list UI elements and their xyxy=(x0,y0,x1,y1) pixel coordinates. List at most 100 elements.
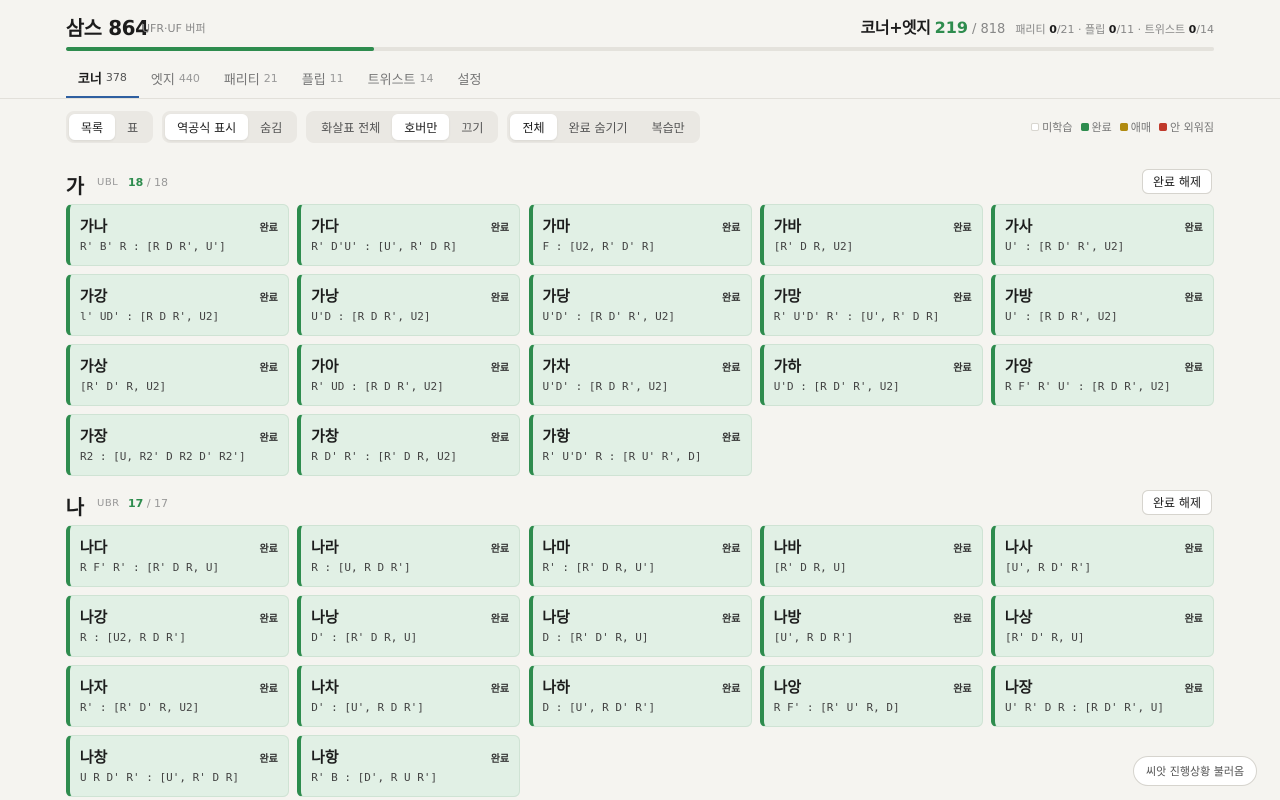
case-algorithm: F : [U2, R' D' R] xyxy=(542,240,656,253)
case-name: 나자 xyxy=(80,678,108,696)
unlearned-dot-icon xyxy=(1031,123,1040,131)
summary-total: / 818 xyxy=(971,22,1006,37)
case-algorithm: R F' : [R' U' R, D] xyxy=(773,701,900,714)
case-name: 가마 xyxy=(542,217,571,235)
case-name: 가강 xyxy=(80,287,108,305)
tab-edge[interactable]: 엣지 440 xyxy=(139,58,212,98)
case-name: 나앙 xyxy=(773,678,802,696)
arrows-off-button[interactable]: 끄기 xyxy=(449,114,495,140)
case-card[interactable]: 나라 완료 R : [U, R D R'] xyxy=(297,525,521,587)
case-card[interactable]: 가낭 완료 U'D : [R D R', U2] xyxy=(297,274,521,336)
case-card[interactable]: 나하 완료 D : [U', R D' R'] xyxy=(528,665,752,727)
unmark-done-button[interactable]: 완료 해제 xyxy=(1142,490,1212,515)
case-status: 완료 xyxy=(490,363,510,374)
case-algorithm: D : [U', R D' R'] xyxy=(542,701,656,714)
case-card[interactable]: 나장 완료 U' R' D R : [R D' R', U] xyxy=(991,665,1214,727)
case-name: 나당 xyxy=(542,608,571,626)
case-grid: 나다 완료 R F' R' : [R' D R, U] 나라 완료 R : [U, R D… xyxy=(66,525,1214,797)
case-status: 완료 xyxy=(259,223,278,234)
hide-done-button[interactable]: 완료 숨기기 xyxy=(557,114,640,140)
case-algorithm: [U', R D' R'] xyxy=(1005,561,1092,574)
table-view-button[interactable]: 표 xyxy=(115,114,150,140)
case-card[interactable]: 나사 완료 [U', R D' R'] xyxy=(991,525,1214,587)
case-status: 완료 xyxy=(490,433,510,444)
case-name: 가방 xyxy=(1005,287,1033,305)
case-algorithm: R' B : [D', R U R'] xyxy=(311,771,438,784)
case-status: 완료 xyxy=(953,363,972,374)
case-name: 가아 xyxy=(311,357,339,375)
case-algorithm: U R D' R' : [U', R' D R] xyxy=(80,771,239,784)
case-card[interactable]: 가차 완료 U'D' : [R D R', U2] xyxy=(528,344,752,406)
case-status: 완료 xyxy=(259,293,278,304)
summary-count: 219 xyxy=(934,18,968,37)
case-status: 완료 xyxy=(490,754,510,765)
case-card[interactable]: 가상 완료 [R' D' R, U2] xyxy=(66,344,289,406)
case-name: 가바 xyxy=(773,217,802,235)
stat-label: 패리티 xyxy=(1015,23,1046,36)
case-card[interactable]: 나마 완료 R' : [R' D R, U'] xyxy=(528,525,752,587)
case-card[interactable]: 가하 완료 U'D : [R D' R', U2] xyxy=(759,344,983,406)
case-status: 완료 xyxy=(259,614,278,625)
case-card[interactable]: 나항 완료 R' B : [D', R U R'] xyxy=(297,735,521,797)
case-algorithm: U'D : [R D R', U2] xyxy=(311,310,431,323)
case-card[interactable]: 가아 완료 R' UD : [R D R', U2] xyxy=(297,344,521,406)
case-status: 완료 xyxy=(1184,293,1203,304)
tab-flip[interactable]: 플립 11 xyxy=(290,58,356,98)
case-card[interactable]: 나자 완료 R' : [R' D' R, U2] xyxy=(66,665,289,727)
case-card[interactable]: 가장 완료 R2 : [U, R2' D R2 D' R2'] xyxy=(66,414,289,476)
tab-twist[interactable]: 트위스트 14 xyxy=(356,58,446,98)
case-algorithm: [U', R D R'] xyxy=(773,631,854,644)
case-card[interactable]: 나낭 완료 D' : [R' D R, U] xyxy=(297,595,521,657)
case-card[interactable]: 가앙 완료 R F' R' U' : [R D R', U2] xyxy=(991,344,1214,406)
tab-corner[interactable]: 코너 378 xyxy=(66,58,139,98)
case-card[interactable]: 가다 완료 R' D'U' : [U', R' D R] xyxy=(297,204,521,266)
show-inverse-button[interactable]: 역공식 표시 xyxy=(165,114,249,140)
tab-parity[interactable]: 패리티 21 xyxy=(212,58,290,98)
tab-settings[interactable]: 설정 xyxy=(446,58,494,98)
case-card[interactable]: 나바 완료 [R' D R, U] xyxy=(759,525,983,587)
case-algorithm: R D' R' : [R' D R, U2] xyxy=(311,450,457,463)
case-name: 나강 xyxy=(80,608,108,626)
unmark-done-button[interactable]: 완료 해제 xyxy=(1142,169,1212,194)
case-card[interactable]: 가마 완료 F : [U2, R' D' R] xyxy=(528,204,752,266)
case-name: 나하 xyxy=(542,678,571,696)
case-card[interactable]: 나창 완료 U R D' R' : [U', R' D R] xyxy=(66,735,289,797)
case-card[interactable]: 나당 완료 D : [R' D' R, U] xyxy=(528,595,752,657)
load-seed-progress-button[interactable]: 씨앗 진행상황 불러옴 xyxy=(1133,756,1258,786)
legend-unlearned: 미학습 xyxy=(1031,119,1073,135)
case-card[interactable]: 가항 완료 R' U'D' R : [R U' R', D] xyxy=(528,414,752,476)
case-card[interactable]: 가창 완료 R D' R' : [R' D R, U2] xyxy=(297,414,521,476)
case-card[interactable]: 가당 완료 U'D' : [R D' R', U2] xyxy=(528,274,752,336)
case-algorithm: U' : [R D' R', U2] xyxy=(1005,240,1125,253)
case-card[interactable]: 가망 완료 R' U'D' R' : [U', R' D R] xyxy=(759,274,983,336)
case-status: 완료 xyxy=(722,684,741,695)
case-card[interactable]: 가방 완료 U' : [R D R', U2] xyxy=(991,274,1214,336)
case-status: 완료 xyxy=(722,363,741,374)
arrows-all-button[interactable]: 화살표 전체 xyxy=(309,114,392,140)
case-card[interactable]: 가강 완료 l' UD' : [R D R', U2] xyxy=(66,274,289,336)
tab-count: 378 xyxy=(105,70,127,84)
stat-total: /14 xyxy=(1196,23,1214,36)
case-card[interactable]: 나차 완료 D' : [U', R D R'] xyxy=(297,665,521,727)
case-card[interactable]: 나앙 완료 R F' : [R' U' R, D] xyxy=(759,665,983,727)
case-card[interactable]: 가사 완료 U' : [R D' R', U2] xyxy=(991,204,1214,266)
case-card[interactable]: 가나 완료 R' B' R : [R D R', U'] xyxy=(66,204,289,266)
case-card[interactable]: 나상 완료 [R' D' R, U] xyxy=(991,595,1214,657)
section-header: 가 UBL 18 / 18 완료 해제 xyxy=(66,169,1214,198)
section-done-count: 17 xyxy=(128,497,144,510)
overall-progress-bar xyxy=(66,47,1214,51)
tab-label: 설정 xyxy=(457,72,482,88)
letter-section-na: 나 UBR 17 / 17 완료 해제 나다 완료 R F' R' : [R' D … xyxy=(66,490,1214,797)
case-card[interactable]: 나다 완료 R F' R' : [R' D R, U] xyxy=(66,525,289,587)
case-status: 완료 xyxy=(490,293,510,304)
case-name: 나창 xyxy=(80,748,108,766)
stat-total: /11 xyxy=(1116,23,1135,36)
filter-all-button[interactable]: 전체 xyxy=(510,114,557,140)
case-card[interactable]: 나방 완료 [U', R D R'] xyxy=(759,595,983,657)
hide-inverse-button[interactable]: 숨김 xyxy=(248,114,294,140)
arrows-hover-button[interactable]: 호버만 xyxy=(392,114,450,140)
case-card[interactable]: 나강 완료 R : [U2, R D R'] xyxy=(66,595,289,657)
list-view-button[interactable]: 목록 xyxy=(69,114,116,140)
case-card[interactable]: 가바 완료 [R' D R, U2] xyxy=(759,204,983,266)
review-only-button[interactable]: 복습만 xyxy=(640,114,697,140)
